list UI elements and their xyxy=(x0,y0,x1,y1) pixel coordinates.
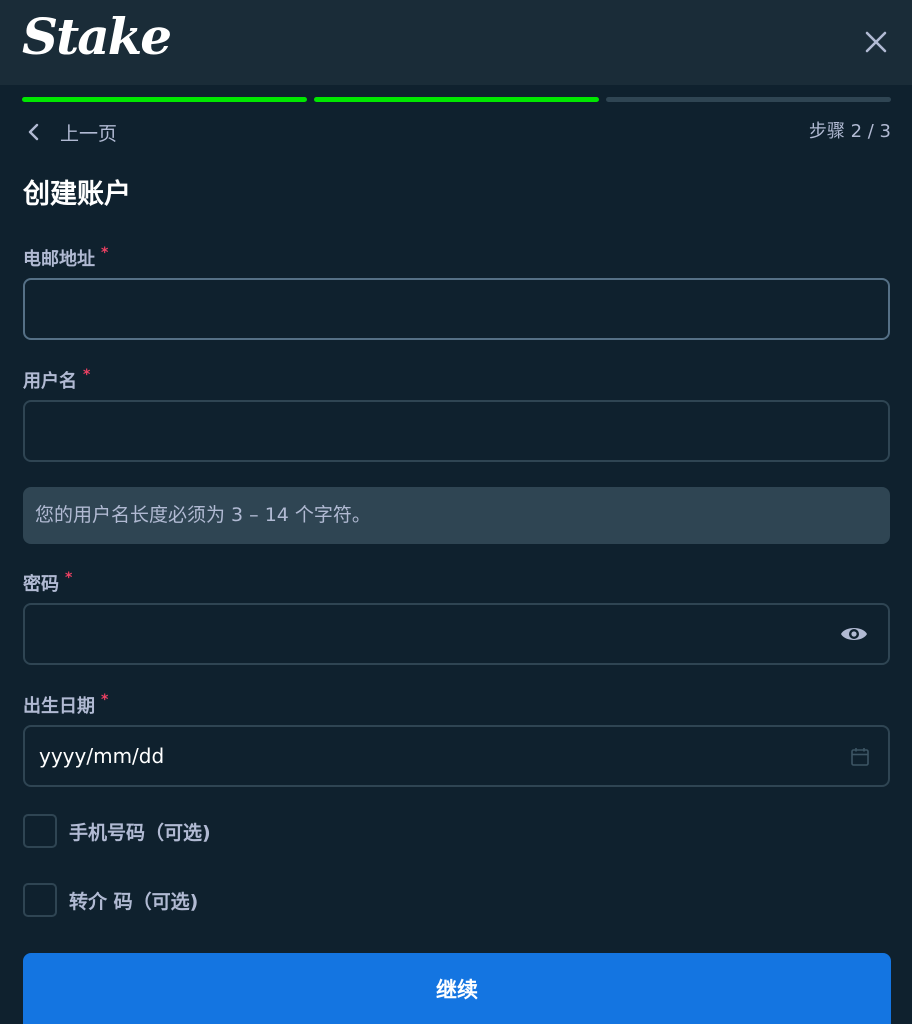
email-field-wrapper xyxy=(23,278,890,340)
top-bar: Stake xyxy=(0,0,912,85)
progress-segment xyxy=(314,97,599,102)
phone-optional-toggle[interactable]: 手机号码（可选) xyxy=(23,814,211,848)
dob-label-text: 出生日期 xyxy=(23,696,95,717)
password-label: 密码 * xyxy=(23,570,72,596)
referral-optional-toggle[interactable]: 转介 码（可选) xyxy=(23,883,198,917)
phone-checkbox-label: 手机号码（可选) xyxy=(69,821,211,844)
back-button[interactable]: 上一页 xyxy=(26,117,117,147)
required-mark: * xyxy=(101,692,109,708)
required-mark: * xyxy=(101,245,109,261)
progress-segment xyxy=(22,97,307,102)
email-label-text: 电邮地址 xyxy=(23,249,95,270)
calendar-icon[interactable] xyxy=(850,747,870,767)
username-label: 用户名 * xyxy=(23,367,90,393)
password-field-wrapper xyxy=(23,603,890,665)
close-icon xyxy=(865,31,887,53)
step-progress-bar xyxy=(22,97,891,103)
chevron-left-icon xyxy=(28,123,39,141)
dob-field[interactable] xyxy=(25,727,888,785)
back-label: 上一页 xyxy=(60,122,118,145)
progress-segment xyxy=(606,97,891,102)
dob-label: 出生日期 * xyxy=(23,692,108,718)
step-indicator: 步骤 2 / 3 xyxy=(808,121,891,142)
stake-logo: Stake xyxy=(22,7,172,66)
dob-field-wrapper xyxy=(23,725,890,787)
email-label: 电邮地址 * xyxy=(23,245,108,271)
email-field[interactable] xyxy=(25,280,888,338)
password-field[interactable] xyxy=(25,605,888,663)
referral-checkbox-label: 转介 码（可选) xyxy=(69,890,199,913)
username-label-text: 用户名 xyxy=(23,371,77,392)
password-label-text: 密码 xyxy=(23,574,59,595)
required-mark: * xyxy=(83,367,91,383)
continue-button[interactable]: 继续 xyxy=(23,953,891,1024)
username-field[interactable] xyxy=(25,402,888,460)
username-hint: 您的用户名长度必须为 3 – 14 个字符。 xyxy=(23,487,890,544)
page-title: 创建账户 xyxy=(23,179,131,210)
required-mark: * xyxy=(65,570,73,586)
username-field-wrapper xyxy=(23,400,890,462)
close-button[interactable] xyxy=(860,26,892,58)
phone-checkbox[interactable] xyxy=(23,814,57,848)
referral-checkbox[interactable] xyxy=(23,883,57,917)
eye-icon[interactable] xyxy=(840,623,868,645)
